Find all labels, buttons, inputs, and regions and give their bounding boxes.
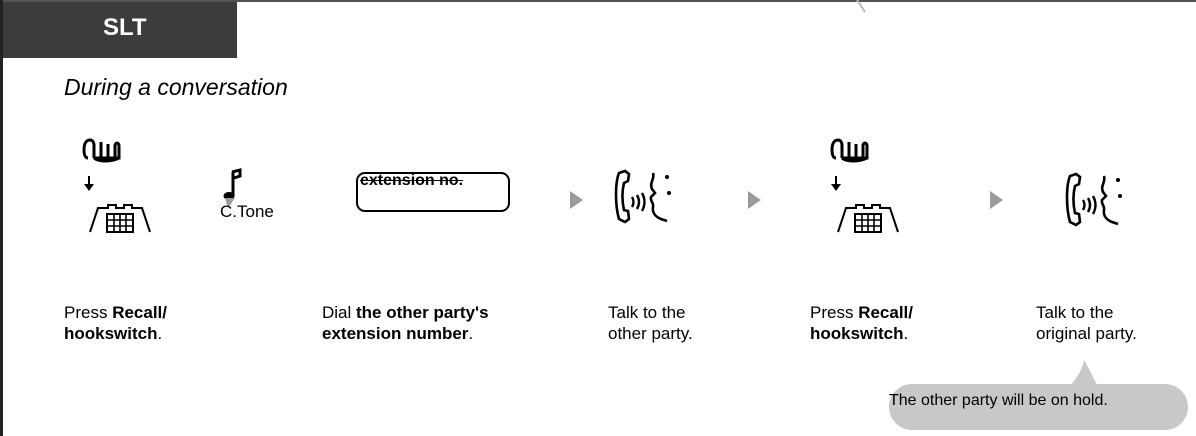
tone-label: C.Tone xyxy=(220,202,274,221)
handset-talk-icon xyxy=(1065,172,1122,227)
header-tab: SLT xyxy=(3,2,237,58)
handset-talk-icon xyxy=(614,169,671,224)
hookswitch-icon xyxy=(89,204,151,233)
arrow-down-icon xyxy=(831,176,841,191)
hand-press-icon xyxy=(82,138,121,163)
arrow-right-icon xyxy=(990,191,1003,209)
arrow-down-icon xyxy=(84,176,94,191)
decorative-mark xyxy=(856,0,866,13)
step-1-label: Press Recall/ hookswitch. xyxy=(64,303,167,343)
extension-dial-label: extension no. xyxy=(360,172,464,189)
arrow-right-icon xyxy=(748,191,761,209)
step-3-label: Talk to the other party. xyxy=(608,303,693,343)
hold-note-text: The other party will be on hold. xyxy=(889,392,1108,409)
header-tab-label: SLT xyxy=(103,14,147,41)
hand-press-icon xyxy=(830,138,869,163)
left-rule xyxy=(0,0,3,436)
step-2-label: Dial the other party's extension number. xyxy=(322,303,489,343)
step-4-label: Press Recall/ hookswitch. xyxy=(810,303,913,343)
arrow-right-icon xyxy=(570,191,583,209)
page-subtitle: During a conversation xyxy=(64,74,288,100)
hold-note-callout: The other party will be on hold. xyxy=(889,384,1188,430)
hookswitch-icon xyxy=(837,204,899,233)
step-5-label: Talk to the original party. xyxy=(1036,303,1137,343)
